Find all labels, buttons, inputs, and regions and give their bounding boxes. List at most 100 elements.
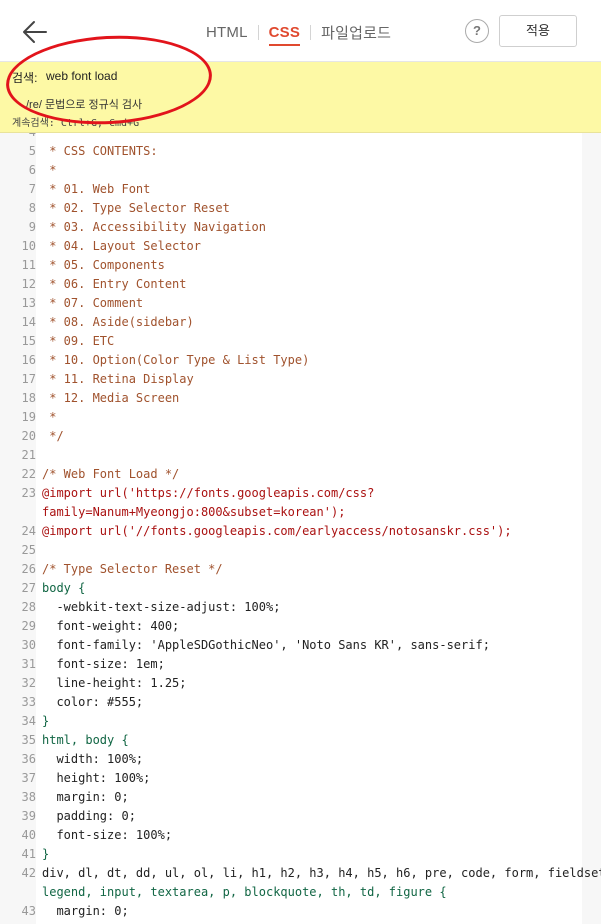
code-line[interactable]: 16 * 10. Option(Color Type & List Type)	[0, 351, 590, 370]
code-text: * 11. Retina Display	[42, 372, 194, 386]
code-text: * 04. Layout Selector	[42, 239, 201, 253]
code-line[interactable]: 30 font-family: 'AppleSDGothicNeo', 'Not…	[0, 636, 590, 655]
code-line[interactable]: 18 * 12. Media Screen	[0, 389, 590, 408]
code-line[interactable]: 17 * 11. Retina Display	[0, 370, 590, 389]
line-number: 38	[21, 790, 36, 804]
line-number: 30	[21, 638, 36, 652]
search-panel: 검색: /re/ 문법으로 정규식 검사 계속검색: Ctrl+G, Cmd+G	[0, 62, 601, 133]
code-text: family=Nanum+Myeongjo:800&subset=korean'…	[42, 505, 346, 519]
code-line[interactable]: 34}	[0, 712, 590, 731]
line-number: 7	[28, 182, 36, 196]
code-line[interactable]: 10 * 04. Layout Selector	[0, 237, 590, 256]
line-number: 36	[21, 752, 36, 766]
line-number: 23	[21, 486, 36, 500]
code-line[interactable]: 37 height: 100%;	[0, 769, 590, 788]
code-text: height: 100%;	[42, 771, 151, 785]
search-input[interactable]	[46, 67, 346, 85]
code-line[interactable]: 12 * 06. Entry Content	[0, 275, 590, 294]
line-number: 41	[21, 847, 36, 861]
code-line[interactable]: 40 font-size: 100%;	[0, 826, 590, 845]
code-line[interactable]: 4	[0, 133, 590, 142]
line-number: 6	[28, 163, 36, 177]
line-number: 11	[21, 258, 36, 272]
code-line[interactable]: 28 -webkit-text-size-adjust: 100%;	[0, 598, 590, 617]
code-text: font-size: 1em;	[42, 657, 165, 671]
line-number: 43	[21, 904, 36, 918]
code-line[interactable]: 33 color: #555;	[0, 693, 590, 712]
code-text: padding: 0;	[42, 809, 136, 823]
code-line[interactable]: 31 font-size: 1em;	[0, 655, 590, 674]
code-line[interactable]: 22 /* Web Font Load */	[0, 465, 590, 484]
code-line[interactable]: 11 * 05. Components	[0, 256, 590, 275]
code-line[interactable]: 41}	[0, 845, 590, 864]
line-number: 28	[21, 600, 36, 614]
line-number: 15	[21, 334, 36, 348]
code-line[interactable]: 38 margin: 0;	[0, 788, 590, 807]
line-number: 37	[21, 771, 36, 785]
code-text: * 12. Media Screen	[42, 391, 180, 405]
line-number: 18	[21, 391, 36, 405]
line-number: 10	[21, 239, 36, 253]
code-text: font-family: 'AppleSDGothicNeo', 'Noto S…	[42, 638, 490, 652]
code-line[interactable]: 39 padding: 0;	[0, 807, 590, 826]
line-number: 26	[21, 562, 36, 576]
tab-file-upload[interactable]: 파일업로드	[321, 22, 391, 43]
code-text: * 06. Entry Content	[42, 277, 187, 291]
code-line[interactable]: 19 *	[0, 408, 590, 427]
search-shortcut-hint: 계속검색: Ctrl+G, Cmd+G	[12, 118, 140, 129]
code-lines[interactable]: 45 * CSS CONTENTS:6 *7 * 01. Web Font8 *…	[0, 133, 601, 921]
line-number: 24	[21, 524, 36, 538]
code-line[interactable]: 42 div, dl, dt, dd, ul, ol, li, h1, h2, h…	[0, 864, 601, 883]
code-line[interactable]: 26 /* Type Selector Reset */	[0, 560, 590, 579]
code-line[interactable]: 35 html, body {	[0, 731, 590, 750]
code-line[interactable]: 13 * 07. Comment	[0, 294, 590, 313]
tab-css[interactable]: CSS	[268, 24, 301, 46]
code-line[interactable]: 32 line-height: 1.25;	[0, 674, 590, 693]
code-line[interactable]: 20 */	[0, 427, 590, 446]
code-line[interactable]: 29 font-weight: 400;	[0, 617, 590, 636]
code-line[interactable]: 43 margin: 0;	[0, 902, 590, 921]
css-code-editor[interactable]: 45 * CSS CONTENTS:6 *7 * 01. Web Font8 *…	[0, 133, 601, 924]
code-text: /* Type Selector Reset */	[42, 562, 223, 576]
line-number: 29	[21, 619, 36, 633]
code-text: */	[42, 429, 64, 443]
line-number: 12	[21, 277, 36, 291]
code-line[interactable]: 9 * 03. Accessibility Navigation	[0, 218, 590, 237]
code-text: }	[42, 714, 50, 728]
code-line[interactable]: 14 * 08. Aside(sidebar)	[0, 313, 590, 332]
tab-divider	[310, 24, 312, 40]
tab-divider	[257, 24, 259, 40]
code-text: width: 100%;	[42, 752, 144, 766]
code-text: * CSS CONTENTS:	[42, 144, 158, 158]
line-number: 14	[21, 315, 36, 329]
code-line[interactable]: 27 body {	[0, 579, 590, 598]
code-text: -webkit-text-size-adjust: 100%;	[42, 600, 281, 614]
back-arrow-icon[interactable]	[20, 18, 48, 46]
code-text: * 01. Web Font	[42, 182, 151, 196]
line-number: 21	[21, 448, 36, 462]
line-number: 19	[21, 410, 36, 424]
editor-tabs: HTML CSS 파일업로드	[206, 22, 391, 46]
code-line[interactable]: family=Nanum+Myeongjo:800&subset=korean'…	[0, 503, 590, 522]
code-text: * 09. ETC	[42, 334, 115, 348]
code-line[interactable]: 8 * 02. Type Selector Reset	[0, 199, 590, 218]
code-line[interactable]: legend, input, textarea, p, blockquote, …	[0, 883, 590, 902]
code-line[interactable]: 6 *	[0, 161, 590, 180]
code-line[interactable]: 23 @import url('https://fonts.googleapis.…	[0, 484, 590, 503]
code-line[interactable]: 36 width: 100%;	[0, 750, 590, 769]
code-text: @import url('https://fonts.googleapis.co…	[42, 486, 375, 500]
line-number: 17	[21, 372, 36, 386]
apply-button[interactable]: 적용	[499, 15, 577, 47]
code-text: }	[42, 847, 50, 861]
line-number: 32	[21, 676, 36, 690]
code-text: * 02. Type Selector Reset	[42, 201, 230, 215]
line-number: 25	[21, 543, 36, 557]
code-line[interactable]: 5 * CSS CONTENTS:	[0, 142, 590, 161]
code-line[interactable]: 24 @import url('//fonts.googleapis.com/ea…	[0, 522, 590, 541]
code-line[interactable]: 21	[0, 446, 590, 465]
tab-html[interactable]: HTML	[206, 24, 248, 41]
code-line[interactable]: 7 * 01. Web Font	[0, 180, 590, 199]
code-line[interactable]: 15 * 09. ETC	[0, 332, 590, 351]
code-line[interactable]: 25	[0, 541, 590, 560]
help-icon[interactable]: ?	[465, 19, 489, 43]
